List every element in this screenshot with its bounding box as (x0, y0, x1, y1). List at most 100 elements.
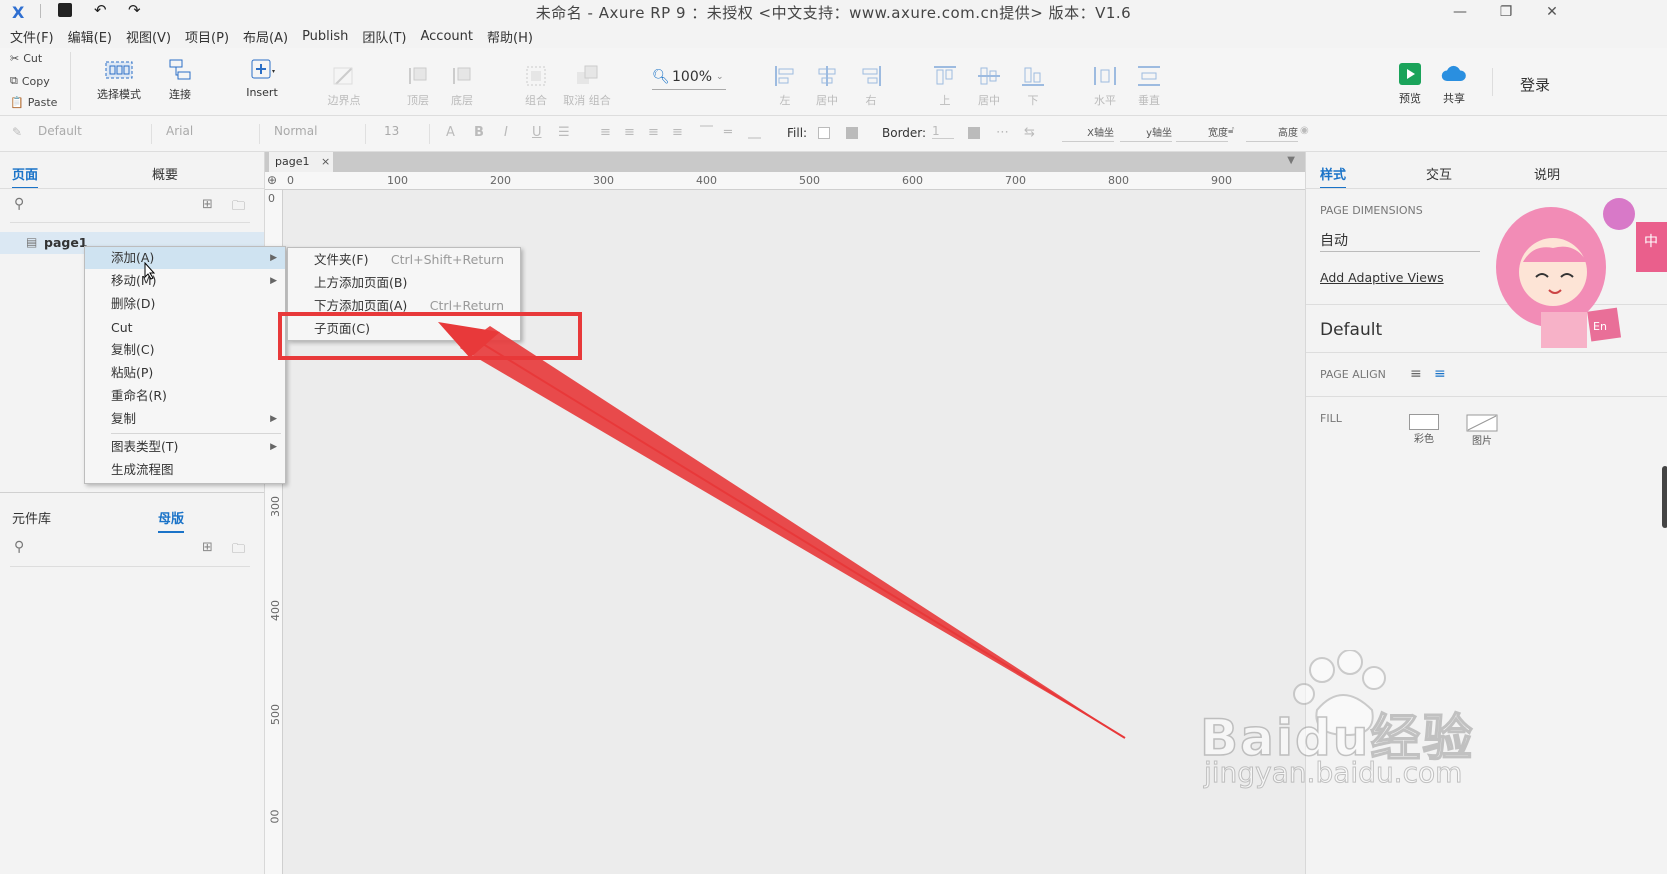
menu-help[interactable]: 帮助(H) (487, 27, 533, 46)
align-bottom-button[interactable]: 下 (1018, 64, 1048, 108)
x-input[interactable]: X轴坐 (1062, 124, 1114, 142)
distribute-v-button[interactable]: 垂直 (1134, 64, 1164, 108)
text-align-center-icon[interactable]: ≡ (624, 125, 635, 140)
font-weight-select[interactable]: Normal (270, 124, 366, 144)
italic-icon[interactable]: I (504, 125, 508, 140)
lock-ratio-icon[interactable]: 🔓︎ (1228, 125, 1234, 136)
font-select[interactable]: Arial (162, 124, 260, 144)
fill-gradient-swatch[interactable] (846, 127, 858, 139)
fill-color-swatch[interactable] (818, 127, 830, 139)
underline-icon[interactable]: U (532, 125, 542, 140)
insert-button[interactable]: Insert (240, 58, 284, 99)
align-middle-button[interactable]: 居中 (974, 64, 1004, 108)
tab-notes[interactable]: 说明 (1534, 164, 1560, 183)
add-master-folder-icon[interactable]: 🗀︎ (232, 540, 245, 562)
fill-image-option[interactable]: 图片 (1464, 414, 1500, 447)
bold-icon[interactable]: B (474, 125, 484, 140)
tab-pages[interactable]: 页面 (12, 164, 39, 189)
menu-item-generate-flowchart[interactable]: 生成流程图 (85, 459, 285, 481)
menu-item-add[interactable]: 添加(A) ▶ (85, 247, 285, 269)
page-align-left-icon[interactable]: ≡ (1410, 366, 1422, 382)
bullet-list-icon[interactable]: ☰ (558, 125, 570, 140)
border-style-icon[interactable]: ⋯ (996, 125, 1009, 140)
menu-layout[interactable]: 布局(A) (243, 27, 288, 46)
copy-button[interactable]: ⧉ Copy (10, 74, 50, 88)
visibility-icon[interactable]: ◉ (1300, 125, 1309, 136)
minimize-button[interactable]: — (1437, 0, 1483, 24)
ungroup-button[interactable]: 取消 组合 (562, 64, 612, 108)
add-adaptive-views-link[interactable]: Add Adaptive Views (1320, 270, 1444, 285)
connect-button[interactable]: 连接 (160, 58, 200, 102)
valign-top-icon[interactable]: ⎺ (700, 125, 713, 140)
add-master-icon[interactable]: ⊞ (202, 540, 213, 555)
pages-search-icon[interactable]: ⚲ (14, 196, 24, 212)
menu-publish[interactable]: Publish (302, 29, 348, 44)
maximize-button[interactable]: ❐ (1483, 0, 1529, 24)
border-color-swatch[interactable] (968, 127, 980, 139)
menu-account[interactable]: Account (421, 29, 474, 44)
border-width-input[interactable]: 1 (932, 124, 954, 139)
menu-item-diagram-type[interactable]: 图表类型(T) ▶ (85, 436, 285, 458)
bring-top-button[interactable]: 顶层 (400, 64, 436, 108)
masters-search-icon[interactable]: ⚲ (14, 539, 24, 555)
text-align-right-icon[interactable]: ≡ (648, 125, 659, 140)
send-bottom-button[interactable]: 底层 (444, 64, 480, 108)
fill-color-option[interactable]: 彩色 (1406, 414, 1442, 445)
tab-libraries[interactable]: 元件库 (12, 508, 51, 527)
submenu-arrow-icon: ▶ (270, 414, 277, 424)
zoom-control[interactable]: 🔍︎ 100% ⌄ (652, 68, 726, 90)
share-button[interactable]: 共享 (1434, 62, 1474, 106)
points-button[interactable]: 边界点 (322, 64, 366, 108)
tab-interactions[interactable]: 交互 (1426, 164, 1452, 183)
paste-button[interactable]: 📋 Paste (10, 96, 57, 109)
menu-item-copy[interactable]: 复制(C) (85, 339, 285, 361)
tabs-dropdown-icon[interactable]: ▼ (1287, 155, 1295, 166)
menu-item-cut[interactable]: Cut (85, 317, 285, 339)
cut-button[interactable]: ✂ Cut (10, 52, 42, 65)
font-color-icon[interactable]: A (446, 125, 455, 140)
login-button[interactable]: 登录 (1520, 74, 1550, 95)
add-folder-icon[interactable]: 🗀︎ (232, 197, 245, 219)
menu-item-delete[interactable]: 删除(D) (85, 293, 285, 315)
valign-bottom-icon[interactable]: ⎽ (748, 125, 761, 140)
text-align-left-icon[interactable]: ≡ (600, 125, 611, 140)
submenu-item-add-above[interactable]: 上方添加页面(B) (288, 272, 520, 294)
menu-item-paste[interactable]: 粘贴(P) (85, 362, 285, 384)
y-input[interactable]: y轴坐 (1120, 124, 1172, 142)
select-mode-button[interactable]: 选择模式 (84, 58, 154, 102)
style-name[interactable]: Default (1320, 320, 1382, 340)
menu-team[interactable]: 团队(T) (362, 27, 406, 46)
align-right-button[interactable]: 右 (856, 64, 886, 108)
menu-file[interactable]: 文件(F) (10, 27, 54, 46)
align-left-button[interactable]: 左 (770, 64, 800, 108)
height-input[interactable]: 高度 (1246, 124, 1298, 142)
tab-outline[interactable]: 概要 (152, 164, 178, 183)
panel-scrollbar[interactable] (1662, 466, 1667, 528)
page-name: page1 (44, 235, 88, 250)
page-align-center-icon[interactable]: ≡ (1434, 366, 1446, 382)
font-size-select[interactable]: 13 (380, 124, 430, 144)
distribute-h-button[interactable]: 水平 (1090, 64, 1120, 108)
align-top-button[interactable]: 上 (930, 64, 960, 108)
text-justify-icon[interactable]: ≡ (672, 125, 683, 140)
width-input[interactable]: 宽度 (1176, 124, 1228, 142)
preview-button[interactable]: 预览 (1392, 62, 1428, 106)
arrow-style-icon[interactable]: ⇆ (1024, 125, 1035, 140)
align-center-button[interactable]: 居中 (812, 64, 842, 108)
close-button[interactable]: ✕ (1529, 0, 1575, 24)
group-button[interactable]: 组合 (518, 64, 554, 108)
menu-view[interactable]: 视图(V) (126, 27, 171, 46)
add-page-icon[interactable]: ⊞ (202, 197, 213, 212)
menu-edit[interactable]: 编辑(E) (68, 27, 112, 46)
tab-page1[interactable]: page1 × (269, 152, 333, 172)
close-tab-icon[interactable]: × (321, 155, 330, 168)
menu-project[interactable]: 项目(P) (185, 27, 229, 46)
menu-item-rename[interactable]: 重命名(R) (85, 385, 285, 407)
valign-middle-icon[interactable]: ═ (724, 125, 732, 140)
menu-item-move[interactable]: 移动(M) ▶ (85, 270, 285, 292)
tab-masters[interactable]: 母版 (158, 508, 185, 533)
tab-style[interactable]: 样式 (1320, 164, 1347, 189)
submenu-item-folder[interactable]: 文件夹(F) Ctrl+Shift+Return (288, 249, 520, 271)
menu-item-duplicate[interactable]: 复制 ▶ (85, 408, 285, 430)
style-select[interactable]: Default (34, 124, 152, 144)
